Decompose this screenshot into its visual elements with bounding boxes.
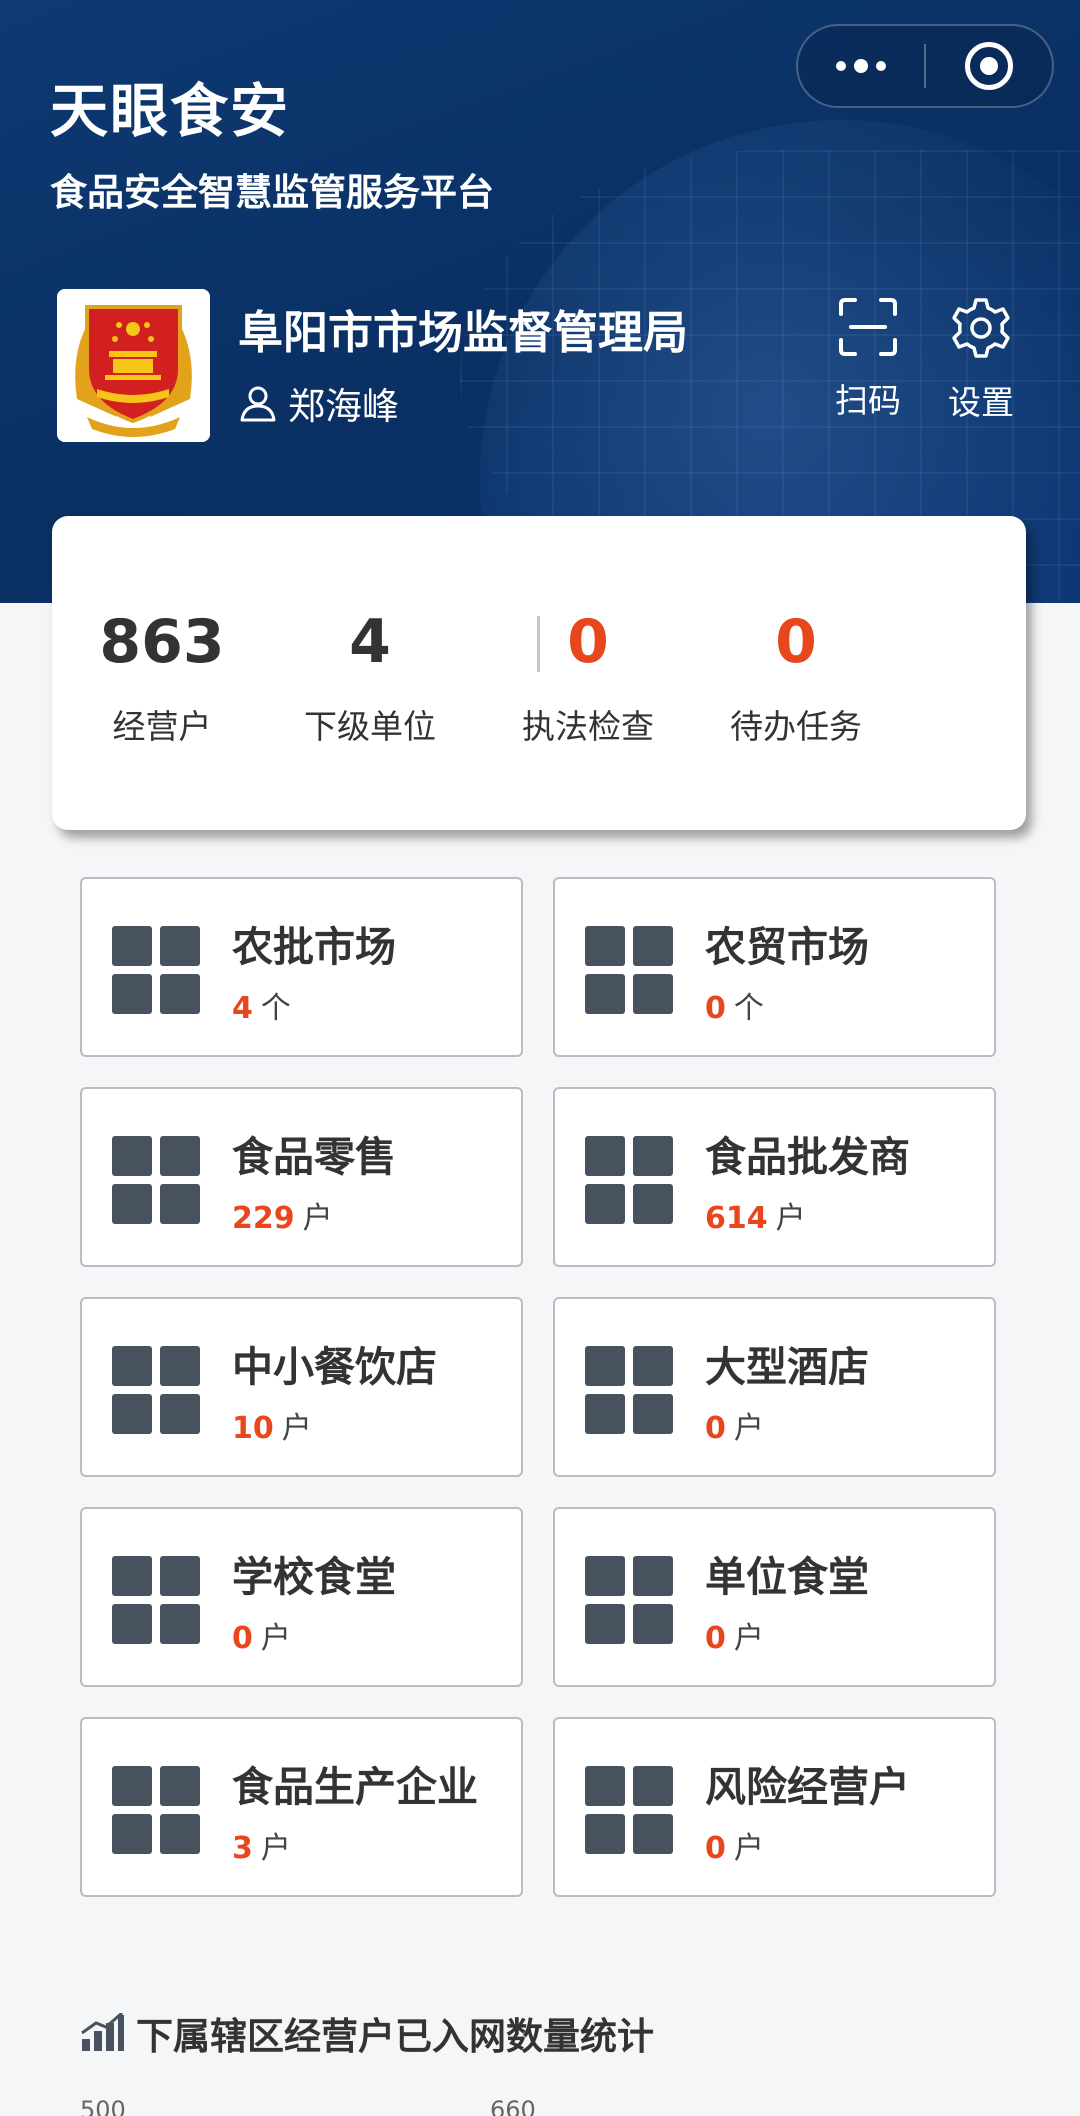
stat-label: 下级单位 [304,707,436,746]
bar-chart-icon [81,2013,124,2051]
tile-name: 食品批发商 [705,1133,910,1181]
stat-label: 待办任务 [730,707,862,746]
chart-title: 下属辖区经营户已入网数量统计 [136,2015,654,2058]
stat-value: 863 [99,607,225,677]
category-tile-small-restaurant[interactable]: 中小餐饮店 10 户 [80,1297,523,1477]
gear-icon [952,298,1010,358]
tile-name: 农批市场 [232,923,396,971]
stat-value: 0 [775,607,817,677]
category-tile-food-wholesaler[interactable]: 食品批发商 614 户 [553,1087,996,1267]
category-tile-unit-canteen[interactable]: 单位食堂 0户 [553,1507,996,1687]
stats-card: 863 经营户 4 下级单位 0 执法检查 0 待办任务 [52,516,1026,830]
grid-icon [585,1766,673,1854]
settings-button[interactable]: 设置 [926,296,1036,424]
chart-section-title: 下属辖区经营户已入网数量统计 [80,2006,654,2060]
tile-count: 0个 [705,991,764,1026]
tile-count: 0户 [705,1411,764,1446]
grid-icon [112,1136,200,1224]
tile-name: 学校食堂 [232,1553,396,1601]
stat-value: 4 [349,607,391,677]
tile-name: 农贸市场 [705,923,869,971]
more-menu-button[interactable] [798,26,924,106]
more-dots-icon [836,59,886,73]
category-tile-food-retail[interactable]: 食品零售 229 户 [80,1087,523,1267]
tile-name: 中小餐饮店 [232,1343,437,1391]
user-row: 郑海峰 [238,376,399,430]
app-subtitle: 食品安全智慧监管服务平台 [50,171,494,214]
scan-button[interactable]: 扫码 [813,296,923,422]
chart-axis-top-label: 500 [80,2096,126,2116]
tile-name: 食品零售 [232,1133,396,1181]
scan-icon [839,298,897,356]
national-emblem-logo [57,289,210,442]
tile-count: 0户 [232,1621,291,1656]
category-tile-food-producer[interactable]: 食品生产企业 3户 [80,1717,523,1897]
grid-icon [112,1556,200,1644]
stat-label: 执法检查 [522,707,654,746]
chart-value-label: 660 [490,2096,536,2116]
user-name: 郑海峰 [288,385,399,428]
stat-pending-tasks[interactable]: 0 待办任务 [691,606,901,748]
app-title: 天眼食安 [50,77,291,145]
grid-icon [112,926,200,1014]
tile-count: 229 户 [232,1201,333,1236]
grid-icon [585,1556,673,1644]
category-tile-large-hotel[interactable]: 大型酒店 0户 [553,1297,996,1477]
grid-icon [112,1766,200,1854]
category-tile-wholesale-market[interactable]: 农批市场 4个 [80,877,523,1057]
tile-count: 4个 [232,991,291,1026]
stat-sub-units[interactable]: 4 下级单位 [265,606,475,748]
tile-name: 大型酒店 [705,1343,869,1391]
stat-label: 经营户 [112,707,212,746]
tile-count: 0户 [705,1621,764,1656]
tile-count: 614 户 [705,1201,806,1236]
category-tile-school-canteen[interactable]: 学校食堂 0户 [80,1507,523,1687]
scan-label: 扫码 [835,381,901,420]
tile-count: 10 户 [232,1411,312,1446]
settings-label: 设置 [948,383,1014,422]
tile-name: 风险经营户 [705,1763,910,1811]
tile-name: 食品生产企业 [232,1763,478,1811]
grid-icon [585,1136,673,1224]
org-name: 阜阳市市场监督管理局 [238,306,689,359]
stat-operators[interactable]: 863 经营户 [57,606,267,748]
mini-program-capsule [796,24,1054,108]
grid-icon [585,1346,673,1434]
tile-count: 0户 [705,1831,764,1866]
category-tile-risk-operators[interactable]: 风险经营户 0户 [553,1717,996,1897]
stat-value: 0 [567,607,609,677]
target-icon [965,42,1013,90]
stat-inspections[interactable]: 0 执法检查 [483,606,693,748]
tile-name: 单位食堂 [705,1553,869,1601]
user-icon [240,386,276,422]
category-tile-farmers-market[interactable]: 农贸市场 0个 [553,877,996,1057]
close-mini-program-button[interactable] [926,26,1052,106]
tile-count: 3户 [232,1831,291,1866]
grid-icon [112,1346,200,1434]
grid-icon [585,926,673,1014]
